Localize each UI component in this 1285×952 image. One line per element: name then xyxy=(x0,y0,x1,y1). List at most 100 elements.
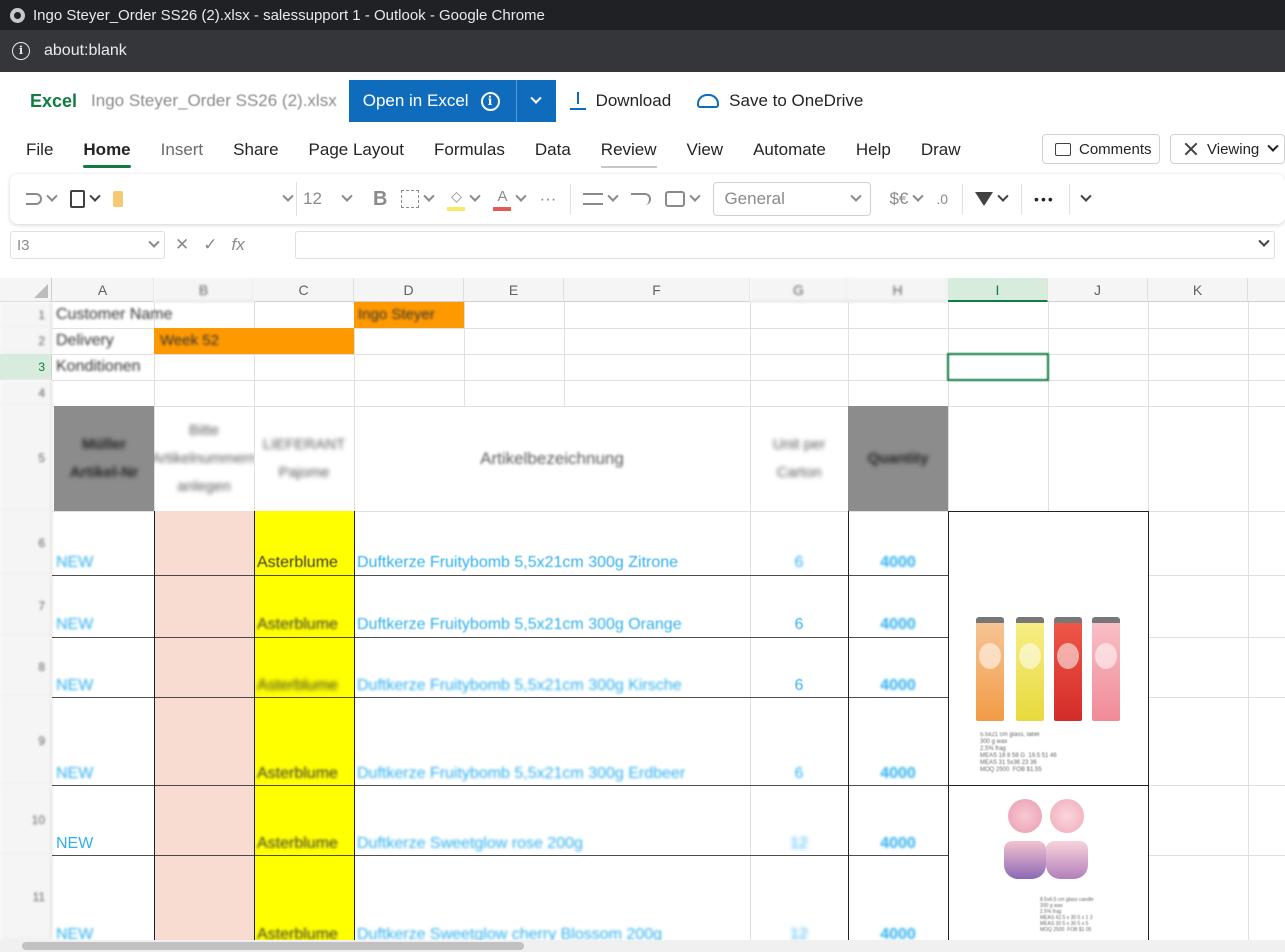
confirm-icon[interactable]: ✓ xyxy=(203,235,217,255)
column-header-a[interactable]: A xyxy=(52,278,154,302)
item-g-cell[interactable]: 6 xyxy=(750,554,848,574)
tab-automate[interactable]: Automate xyxy=(753,140,826,160)
download-button[interactable]: Download xyxy=(569,91,671,111)
column-header-i[interactable]: I xyxy=(948,278,1048,302)
header-cell-c[interactable]: LIEFERANT Pajome xyxy=(254,406,354,511)
more-commands-button[interactable]: ••• xyxy=(1034,191,1055,207)
horizontal-scrollbar[interactable] xyxy=(0,940,1285,952)
tab-insert[interactable]: Insert xyxy=(161,140,204,160)
address-text[interactable]: about:blank xyxy=(44,42,127,60)
tab-share[interactable]: Share xyxy=(233,140,278,160)
open-options-dropdown[interactable] xyxy=(515,80,556,122)
comments-button[interactable]: Comments xyxy=(1042,134,1160,164)
font-size-dropdown[interactable]: 12 xyxy=(297,182,357,216)
tab-view[interactable]: View xyxy=(687,140,724,160)
name-box-value[interactable]: I3 xyxy=(17,237,30,254)
item-c-cell[interactable]: Asterblume xyxy=(257,616,353,636)
expand-ribbon-button[interactable] xyxy=(1080,190,1092,203)
tab-draw[interactable]: Draw xyxy=(921,140,961,160)
decrease-decimal-button[interactable]: .0 xyxy=(936,191,948,207)
header-cell-g[interactable]: Unit per Carton xyxy=(750,406,848,511)
scrollbar-thumb[interactable] xyxy=(22,942,524,950)
item-d-cell[interactable]: Duftkerze Fruitybomb 5,5x21cm 300g Kirsc… xyxy=(357,677,747,697)
save-to-onedrive-button[interactable]: Save to OneDrive xyxy=(697,91,863,111)
tab-home[interactable]: Home xyxy=(83,140,131,168)
item-h-cell[interactable]: 4000 xyxy=(848,926,948,940)
item-h-cell[interactable]: 4000 xyxy=(848,616,948,636)
item-a-cell[interactable]: NEW xyxy=(56,765,152,785)
tab-data[interactable]: Data xyxy=(535,140,571,160)
row-header-8[interactable]: 8 xyxy=(0,637,52,697)
column-header-g[interactable]: G xyxy=(750,278,848,302)
delivery-value-cell[interactable]: Week 52 xyxy=(154,328,354,354)
row-header-2[interactable]: 2 xyxy=(0,328,52,354)
column-header-d[interactable]: D xyxy=(354,278,464,302)
item-d-cell[interactable]: Duftkerze Fruitybomb 5,5x21cm 300g Erdbe… xyxy=(357,765,747,785)
font-name-dropdown[interactable] xyxy=(137,182,297,216)
header-cell-h[interactable]: Quantity xyxy=(848,406,948,511)
column-header-e[interactable]: E xyxy=(464,278,564,302)
currency-format-button[interactable]: $€ xyxy=(889,189,925,209)
item-d-cell[interactable]: Duftkerze Fruitybomb 5,5x21cm 300g Zitro… xyxy=(357,554,747,574)
info-icon[interactable]: i xyxy=(480,91,500,111)
sort-filter-button[interactable] xyxy=(975,190,1009,206)
viewing-mode-dropdown[interactable]: Viewing xyxy=(1170,134,1285,164)
merge-button[interactable] xyxy=(665,190,702,207)
row-header-5[interactable]: 5 xyxy=(0,406,52,511)
tab-page-layout[interactable]: Page Layout xyxy=(309,140,404,160)
formula-input[interactable] xyxy=(295,231,1275,259)
item-a-cell[interactable]: NEW xyxy=(56,616,152,636)
item-a-cell[interactable]: NEW xyxy=(56,926,152,940)
chevron-down-icon[interactable] xyxy=(1258,235,1270,247)
select-all-button[interactable] xyxy=(0,278,52,302)
item-h-cell[interactable]: 4000 xyxy=(848,677,948,697)
row-header-1[interactable]: 1 xyxy=(0,302,52,328)
name-box[interactable]: I3 xyxy=(10,231,165,259)
number-format-dropdown[interactable]: General xyxy=(713,182,872,216)
item-a-cell[interactable]: NEW xyxy=(56,554,152,574)
address-bar[interactable]: i about:blank xyxy=(0,30,1285,72)
item-h-cell[interactable]: 4000 xyxy=(848,554,948,574)
row-header-9[interactable]: 9 xyxy=(0,697,52,785)
item-d-cell[interactable]: Duftkerze Sweetglow cherry Blossom 200g xyxy=(357,926,747,940)
spreadsheet-grid[interactable]: A B C D E F G H I J K 1 2 3 4 5 6 7 8 9 … xyxy=(0,272,1285,940)
candle-product-image[interactable]: 5.5x21 cm glass, label 300 g wax 2.5% fr… xyxy=(970,612,1130,782)
column-header-b[interactable]: B xyxy=(154,278,254,302)
tab-help[interactable]: Help xyxy=(856,140,891,160)
delivery-label-cell[interactable]: Delivery xyxy=(56,328,154,354)
item-g-cell[interactable]: 12 xyxy=(750,835,848,855)
item-d-cell[interactable]: Duftkerze Sweetglow rose 200g xyxy=(357,835,747,855)
file-name[interactable]: Ingo Steyer_Order SS26 (2).xlsx xyxy=(91,91,337,111)
font-color-button[interactable]: A xyxy=(493,188,528,211)
conditions-label-cell[interactable]: Konditionen xyxy=(56,354,236,380)
function-icon[interactable]: fx xyxy=(232,235,245,255)
open-in-excel-button[interactable]: Open in Excel i xyxy=(348,80,516,122)
header-cell-a[interactable]: Müller Artikel-Nr xyxy=(54,406,154,511)
item-c-cell[interactable]: Asterblume xyxy=(257,926,353,940)
more-font-options-button[interactable]: ··· xyxy=(539,189,556,209)
undo-button[interactable] xyxy=(26,190,58,205)
site-info-icon[interactable]: i xyxy=(12,42,30,60)
item-g-cell[interactable]: 6 xyxy=(750,765,848,785)
item-h-cell[interactable]: 4000 xyxy=(848,765,948,785)
align-button[interactable] xyxy=(583,190,620,205)
column-header-l[interactable] xyxy=(1248,278,1285,302)
jar-candle-product-image[interactable]: 8.5x6.5 cm glass candle 200 g wax 2.5% f… xyxy=(990,797,1130,940)
item-c-cell[interactable]: Asterblume xyxy=(257,677,353,697)
row-header-10[interactable]: 10 xyxy=(0,785,52,855)
tab-review[interactable]: Review xyxy=(600,140,657,168)
item-d-cell[interactable]: Duftkerze Fruitybomb 5,5x21cm 300g Orang… xyxy=(357,616,747,636)
customer-value-cell[interactable]: Ingo Steyer xyxy=(354,302,464,328)
item-c-cell[interactable]: Asterblume xyxy=(257,835,353,855)
tab-file[interactable]: File xyxy=(26,140,53,160)
item-g-cell[interactable]: 6 xyxy=(750,677,848,697)
item-c-cell[interactable]: Asterblume xyxy=(257,765,353,785)
tab-formulas[interactable]: Formulas xyxy=(434,140,505,160)
column-header-f[interactable]: F xyxy=(564,278,750,302)
item-h-cell[interactable]: 4000 xyxy=(848,835,948,855)
fill-color-button[interactable]: ◇ xyxy=(447,188,482,211)
item-g-cell[interactable]: 12 xyxy=(750,926,848,940)
item-a-cell[interactable]: NEW xyxy=(56,835,152,855)
column-header-j[interactable]: J xyxy=(1048,278,1148,302)
excel-brand[interactable]: Excel xyxy=(30,91,77,112)
